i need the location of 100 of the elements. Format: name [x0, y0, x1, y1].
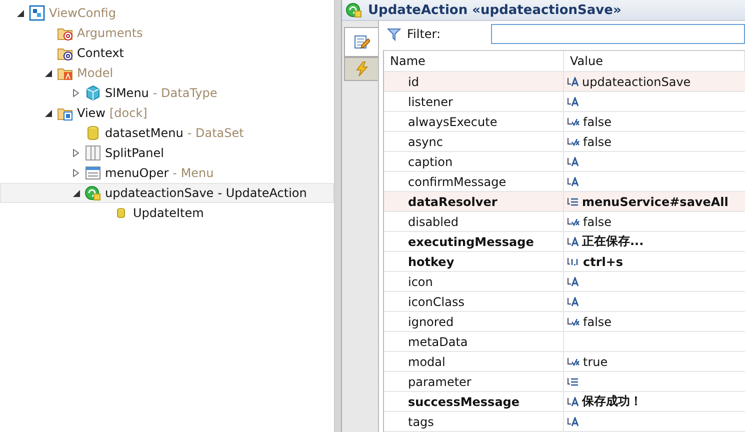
expanded-icon[interactable]: [16, 10, 24, 16]
property-name: icon: [408, 274, 433, 288]
property-name: ignored: [408, 314, 454, 328]
expanded-icon[interactable]: [72, 190, 80, 196]
property-name: disabled: [408, 214, 459, 228]
property-value: false: [583, 314, 612, 328]
node-label: SplitPanel: [105, 146, 164, 160]
menu-icon: [85, 165, 101, 181]
list-type-icon: [567, 196, 579, 206]
filter-label: Filter:: [407, 27, 442, 41]
lightning-icon: [354, 61, 370, 77]
tree-item[interactable]: View [dock]: [0, 103, 334, 123]
node-label: ViewConfig: [49, 6, 116, 20]
property-row[interactable]: disabled false: [384, 212, 745, 232]
cube-icon: [85, 85, 101, 101]
collapsed-icon[interactable]: [73, 149, 79, 157]
boolean-type-icon: [567, 356, 580, 366]
property-value: ctrl+s: [583, 254, 624, 268]
tree-item[interactable]: Context: [0, 43, 334, 63]
property-row[interactable]: icon: [384, 272, 745, 292]
property-row[interactable]: hotkey ctrl+s: [384, 252, 745, 272]
node-label: Arguments: [77, 26, 143, 40]
editor-title: UpdateAction «updateactionSave»: [368, 2, 622, 18]
expanded-icon[interactable]: [44, 70, 52, 76]
panel-icon: [85, 145, 101, 161]
action-icon: [346, 2, 362, 18]
tree-item[interactable]: UpdateItem: [0, 203, 334, 223]
node-label: View: [77, 106, 106, 120]
property-name: tags: [408, 414, 434, 428]
property-row[interactable]: alwaysExecute false: [384, 112, 745, 132]
property-name: confirmMessage: [408, 174, 506, 188]
boolean-type-icon: [567, 216, 580, 226]
property-name: listener: [408, 94, 453, 108]
config-icon: [29, 5, 45, 21]
property-name: alwaysExecute: [408, 114, 498, 128]
collapsed-icon[interactable]: [73, 89, 79, 97]
property-row[interactable]: metaData: [384, 332, 745, 352]
property-row[interactable]: modal true: [384, 352, 745, 372]
number-type-icon: [567, 256, 580, 266]
expanded-icon[interactable]: [44, 110, 52, 116]
node-type: - DataType: [152, 86, 218, 100]
tree-item[interactable]: menuOper - Menu: [0, 163, 334, 183]
property-row[interactable]: parameter: [384, 372, 745, 392]
property-row[interactable]: executingMessage 正在保存...: [384, 232, 745, 252]
column-header[interactable]: Name: [384, 51, 564, 71]
text-type-icon: [567, 396, 579, 406]
property-value: updateactionSave: [582, 74, 691, 88]
tree-item[interactable]: SplitPanel: [0, 143, 334, 163]
tree-item[interactable]: SlMenu - DataType: [0, 83, 334, 103]
text-type-icon: [567, 276, 579, 286]
column-header[interactable]: Value: [564, 51, 745, 71]
database-icon: [85, 125, 101, 141]
property-row[interactable]: tags: [384, 412, 745, 432]
boolean-type-icon: [567, 136, 580, 146]
property-row[interactable]: caption: [384, 152, 745, 172]
text-type-icon: [567, 416, 579, 426]
node-label: Model: [77, 66, 114, 80]
property-name: caption: [408, 154, 453, 168]
property-value: false: [583, 114, 612, 128]
text-type-icon: [567, 236, 579, 246]
property-value: menuService#saveAll: [582, 194, 728, 208]
property-value: true: [583, 354, 608, 368]
property-row[interactable]: successMessage 保存成功！: [384, 392, 745, 412]
property-name: async: [408, 134, 443, 148]
property-row[interactable]: iconClass: [384, 292, 745, 312]
node-label: updateactionSave: [105, 186, 214, 200]
property-row[interactable]: async false: [384, 132, 745, 152]
property-row[interactable]: listener: [384, 92, 745, 112]
property-name: executingMessage: [408, 234, 534, 248]
property-name: id: [408, 74, 419, 88]
property-value: false: [583, 134, 612, 148]
property-row[interactable]: id updateactionSave: [384, 72, 745, 92]
list-type-icon: [567, 376, 579, 386]
node-type: - DataSet: [187, 126, 244, 140]
filter-icon: [387, 27, 401, 41]
action-icon: [85, 185, 101, 201]
tree-item[interactable]: datasetMenu - DataSet: [0, 123, 334, 143]
node-type: - Menu: [172, 166, 214, 180]
boolean-type-icon: [567, 116, 580, 126]
property-name: iconClass: [408, 294, 464, 308]
node-label: SlMenu: [105, 86, 149, 100]
text-type-icon: [567, 156, 579, 166]
filter-field[interactable]: [491, 24, 745, 44]
side-tab[interactable]: [344, 27, 378, 57]
text-type-icon: [567, 176, 579, 186]
edit-icon: [354, 34, 370, 50]
tree-item[interactable]: updateactionSave - UpdateAction: [0, 183, 334, 203]
property-name: hotkey: [408, 254, 454, 268]
node-label: menuOper: [105, 166, 169, 180]
node-label: Context: [77, 46, 124, 60]
property-row[interactable]: ignored false: [384, 312, 745, 332]
property-row[interactable]: dataResolver menuService#saveAll: [384, 192, 745, 212]
node-label: datasetMenu: [105, 126, 184, 140]
collapsed-icon[interactable]: [73, 169, 79, 177]
property-name: dataResolver: [408, 194, 498, 208]
property-name: successMessage: [408, 394, 520, 408]
property-name: parameter: [408, 374, 472, 388]
text-type-icon: [567, 96, 579, 106]
node-label: UpdateItem: [133, 206, 204, 220]
property-value: 正在保存...: [582, 233, 644, 250]
